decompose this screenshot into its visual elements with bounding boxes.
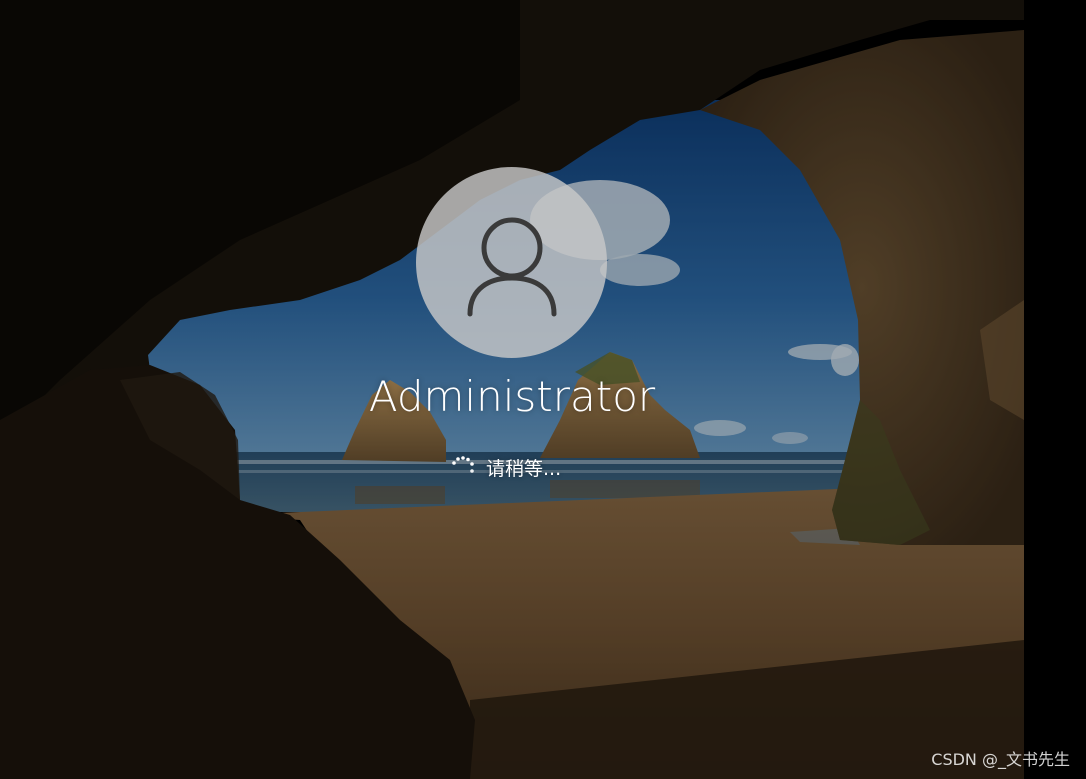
login-status: 请稍等... <box>448 452 561 482</box>
status-text: 请稍等... <box>486 457 562 480</box>
user-avatar-icon <box>467 217 556 316</box>
lock-screen: Administrator 请稍等... CSDN @_文书先生 <box>0 0 1086 779</box>
login-panel: Administrator 请稍等... <box>0 0 1086 779</box>
user-avatar <box>416 167 607 358</box>
loading-spinner-icon <box>452 456 474 473</box>
watermark: CSDN @_文书先生 <box>931 750 1070 769</box>
username-label: Administrator <box>368 372 656 421</box>
